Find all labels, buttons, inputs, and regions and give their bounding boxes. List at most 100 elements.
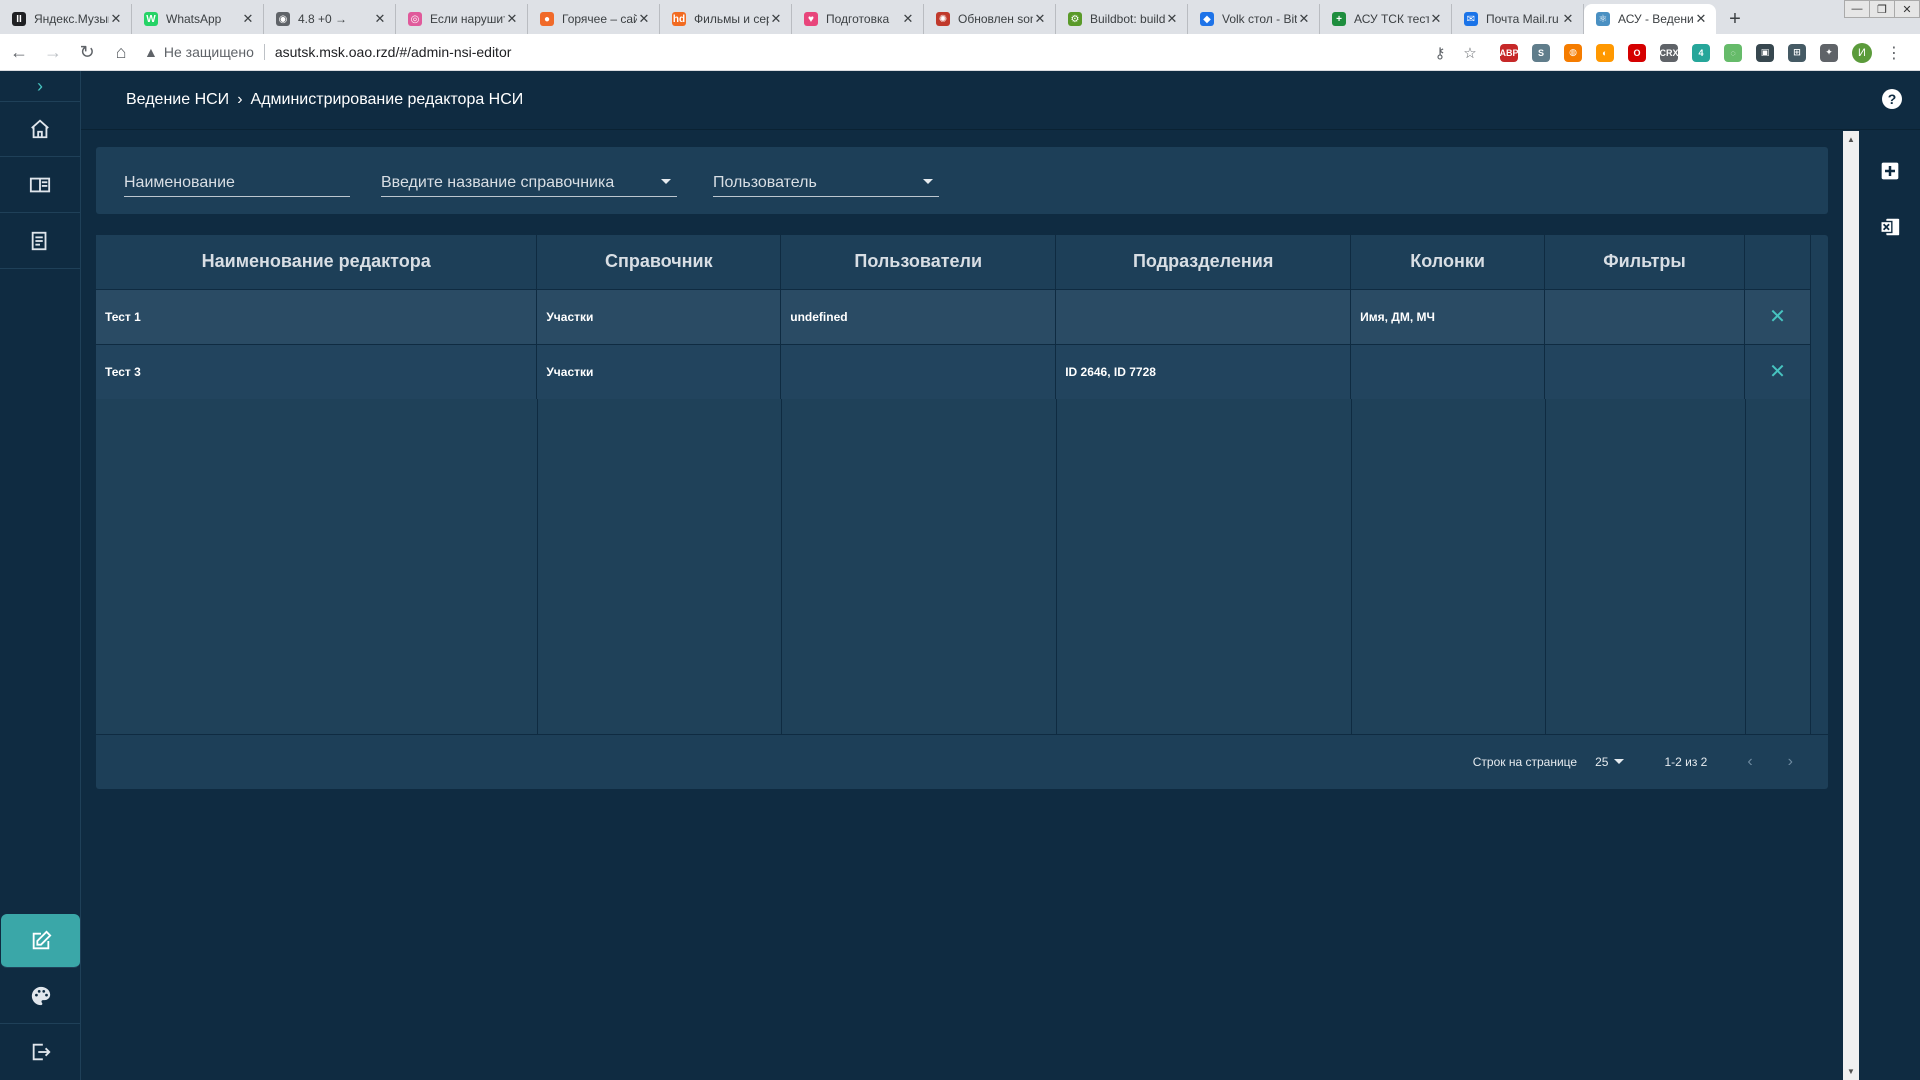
browser-tab[interactable]: ◉ 4.8 +0 → ✕	[264, 4, 396, 34]
sidebar-item-home[interactable]	[0, 101, 80, 157]
tab-favicon-icon: ✺	[936, 12, 950, 26]
sidebar-expand-icon[interactable]: ›	[0, 71, 80, 101]
dropdown-caret-icon	[661, 179, 671, 184]
tab-title: 4.8 +0 →	[298, 12, 348, 26]
table-row[interactable]: Тест 3 Участки ID 2646, ID 7728 ✕	[96, 343, 1812, 399]
browser-tab[interactable]: ♥ Подготовка ✕	[792, 4, 924, 34]
prev-page-icon[interactable]: ‹	[1747, 753, 1752, 771]
star-icon[interactable]: ☆	[1455, 44, 1485, 62]
column-header-actions	[1744, 235, 1812, 289]
address-bar[interactable]: ▲ Не защищено asutsk.msk.oao.rzd/#/admin…	[144, 37, 1454, 67]
sidebar-item-theme[interactable]	[0, 968, 81, 1024]
column-header-users[interactable]: Пользователи	[780, 235, 1057, 289]
tab-close-icon[interactable]: ✕	[241, 11, 255, 27]
sidebar-item-documents[interactable]	[0, 213, 80, 269]
scroll-up-icon[interactable]: ▲	[1847, 135, 1855, 144]
browser-tab[interactable]: ◆ Volk стол - Bitrix✕	[1188, 4, 1320, 34]
tab-close-icon[interactable]: ✕	[769, 11, 783, 27]
tab-title: Яндекс.Музыка	[34, 12, 109, 26]
column-header-columns[interactable]: Колонки	[1350, 235, 1546, 289]
extension-icon[interactable]: ✦	[1820, 43, 1838, 62]
tab-title: Горячее – сайт	[562, 12, 637, 26]
reload-icon[interactable]: ↻	[72, 37, 102, 67]
new-tab-button[interactable]: +	[1720, 4, 1750, 34]
tab-close-icon[interactable]: ✕	[1429, 11, 1443, 27]
browser-tab[interactable]: + АСУ ТСК тест ✕	[1320, 4, 1452, 34]
url-text[interactable]: asutsk.msk.oao.rzd/#/admin-nsi-editor	[275, 44, 512, 60]
browser-menu-icon[interactable]: ⋮	[1886, 43, 1902, 63]
column-header-departments[interactable]: Подразделения	[1055, 235, 1352, 289]
tab-close-icon[interactable]: ✕	[1561, 11, 1575, 27]
cell-users: undefined	[780, 288, 1057, 344]
browser-tab[interactable]: ✺ Обновлен sonar✕	[924, 4, 1056, 34]
column-header-dictionary[interactable]: Справочник	[536, 235, 782, 289]
delete-row-button[interactable]: ✕	[1744, 343, 1812, 399]
tab-close-icon[interactable]: ✕	[901, 11, 915, 27]
home-icon	[31, 119, 49, 139]
extension-icon[interactable]: ◐	[1596, 43, 1614, 62]
dropdown-caret-icon	[923, 179, 933, 184]
user-filter-select[interactable]: Пользователь	[713, 169, 939, 197]
extension-icon[interactable]: ABP	[1500, 43, 1519, 62]
rows-per-page-label: Строк на странице	[1472, 754, 1578, 769]
breadcrumb-root[interactable]: Ведение НСИ	[126, 91, 229, 109]
scroll-down-icon[interactable]: ▼	[1847, 1067, 1855, 1076]
profile-avatar[interactable]: И	[1852, 42, 1872, 63]
forward-icon[interactable]: →	[38, 37, 68, 67]
cell-dictionary: Участки	[536, 343, 782, 399]
browser-tab[interactable]: ✉ Почта Mail.ru ✕	[1452, 4, 1584, 34]
palette-icon	[31, 986, 50, 1005]
dictionary-filter-select[interactable]: Введите название справочника	[381, 169, 677, 197]
minimize-button[interactable]: —	[1844, 0, 1870, 18]
extension-icon[interactable]: ⊞	[1788, 43, 1806, 62]
browser-tab[interactable]: ◎ Если нарушите✕	[396, 4, 528, 34]
tab-close-icon[interactable]: ✕	[1165, 11, 1179, 27]
back-icon[interactable]: ←	[4, 37, 34, 67]
tab-close-icon[interactable]: ✕	[1033, 11, 1047, 27]
tab-close-icon[interactable]: ✕	[505, 11, 519, 27]
extension-icon[interactable]: CRX	[1660, 43, 1679, 62]
extension-icon[interactable]: ◌	[1724, 43, 1742, 62]
browser-tab[interactable]: II Яндекс.Музыка✕	[0, 4, 132, 34]
tab-close-icon[interactable]: ✕	[373, 11, 387, 27]
excel-export-icon[interactable]	[1879, 216, 1901, 238]
sidebar-item-logout[interactable]	[0, 1024, 81, 1080]
extension-icon[interactable]: S	[1532, 43, 1550, 62]
next-page-icon[interactable]: ›	[1788, 753, 1793, 771]
sidebar-item-nsi-editor[interactable]	[1, 914, 80, 968]
column-header-filters[interactable]: Фильтры	[1544, 235, 1745, 289]
delete-row-button[interactable]: ✕	[1744, 288, 1812, 344]
column-header-editor-name[interactable]: Наименование редактора	[96, 235, 538, 289]
restore-button[interactable]: ❐	[1869, 0, 1895, 18]
home-icon[interactable]: ⌂	[106, 37, 136, 67]
close-icon: ✕	[1769, 306, 1786, 328]
extension-icon[interactable]: 4	[1692, 43, 1710, 62]
tab-title: Volk стол - Bitrix	[1222, 12, 1297, 26]
browser-tab[interactable]: ● Горячее – сайт ✕	[528, 4, 660, 34]
add-icon[interactable]	[1879, 160, 1901, 182]
browser-tab[interactable]: hd Фильмы и сериалы✕	[660, 4, 792, 34]
browser-tab[interactable]: W WhatsApp ✕	[132, 4, 264, 34]
tab-close-icon[interactable]: ✕	[637, 11, 651, 27]
tab-favicon-icon: ⚛	[1596, 12, 1610, 26]
page-scrollbar[interactable]: ▲ ▼	[1843, 131, 1859, 1080]
table-row[interactable]: Тест 1 Участки undefined Имя, ДМ, МЧ ✕	[96, 288, 1812, 344]
tab-close-icon[interactable]: ✕	[1297, 11, 1311, 27]
key-icon[interactable]: ⚷	[1425, 44, 1455, 62]
tab-favicon-icon: II	[12, 12, 26, 26]
user-filter-placeholder: Пользователь	[713, 173, 817, 191]
browser-tab[interactable]: ⚛ АСУ - Ведение НСИ✕	[1584, 4, 1716, 34]
tab-close-icon[interactable]: ✕	[1694, 11, 1708, 27]
cell-dictionary: Участки	[536, 288, 782, 344]
cell-departments: ID 2646, ID 7728	[1055, 343, 1352, 399]
extension-icon[interactable]: ◍	[1564, 43, 1582, 62]
name-filter-input[interactable]: Наименование	[124, 169, 350, 197]
rows-per-page-select[interactable]: 25	[1595, 755, 1625, 769]
extension-icon[interactable]: ▣	[1756, 43, 1774, 62]
sidebar-item-reference[interactable]	[0, 157, 80, 213]
close-window-button[interactable]: ✕	[1894, 0, 1920, 18]
browser-tab[interactable]: ⚙ Buildbot: build ✕	[1056, 4, 1188, 34]
help-icon[interactable]: ?	[1882, 89, 1902, 109]
extension-icon[interactable]: O	[1628, 43, 1646, 62]
tab-close-icon[interactable]: ✕	[109, 11, 123, 27]
